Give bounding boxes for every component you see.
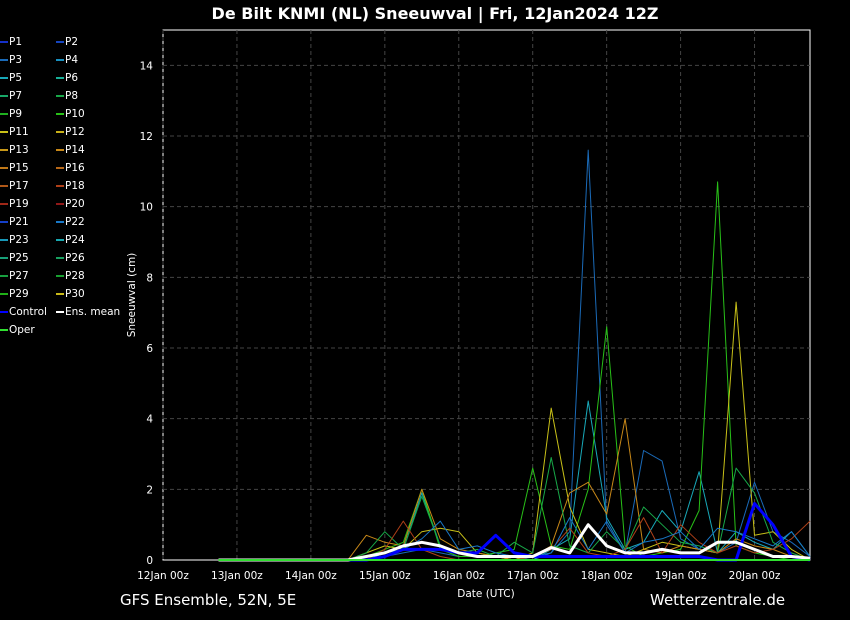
y-tick-label: 6	[146, 343, 153, 355]
y-tick-label: 8	[146, 272, 153, 284]
y-tick-label: 4	[146, 414, 153, 426]
x-tick-label: 17Jan 00z	[507, 570, 559, 582]
x-tick-label: 18Jan 00z	[581, 570, 633, 582]
y-axis-label: Sneeuwval (cm)	[126, 253, 138, 338]
y-tick-label: 2	[146, 484, 153, 496]
y-tick-label: 10	[140, 202, 153, 214]
x-tick-label: 15Jan 00z	[359, 570, 411, 582]
plot-svg: 12Jan 00z 13Jan 00z 14Jan 00z 15Jan 00z 16Ja…	[126, 29, 811, 600]
y-tick-label: 14	[140, 60, 154, 72]
x-tick-label: 16Jan 00z	[433, 570, 485, 582]
plot-area	[162, 29, 811, 561]
x-axis-label: Date (UTC)	[457, 588, 514, 600]
x-tick-label: 20Jan 00z	[729, 570, 781, 582]
y-tick-label: 0	[146, 555, 153, 567]
x-tick-label: 19Jan 00z	[655, 570, 707, 582]
x-tick-label: 13Jan 00z	[211, 570, 263, 582]
x-tick-label: 14Jan 00z	[285, 570, 337, 582]
source-label: Wetterzentrale.de	[650, 591, 786, 609]
y-tick-label: 12	[140, 131, 153, 143]
x-tick-label: 12Jan 00z	[137, 570, 189, 582]
chart-window: De Bilt KNMI (NL) Sneeuwval | Fri, 12Jan…	[0, 0, 850, 620]
model-label: GFS Ensemble, 52N, 5E	[120, 591, 297, 609]
